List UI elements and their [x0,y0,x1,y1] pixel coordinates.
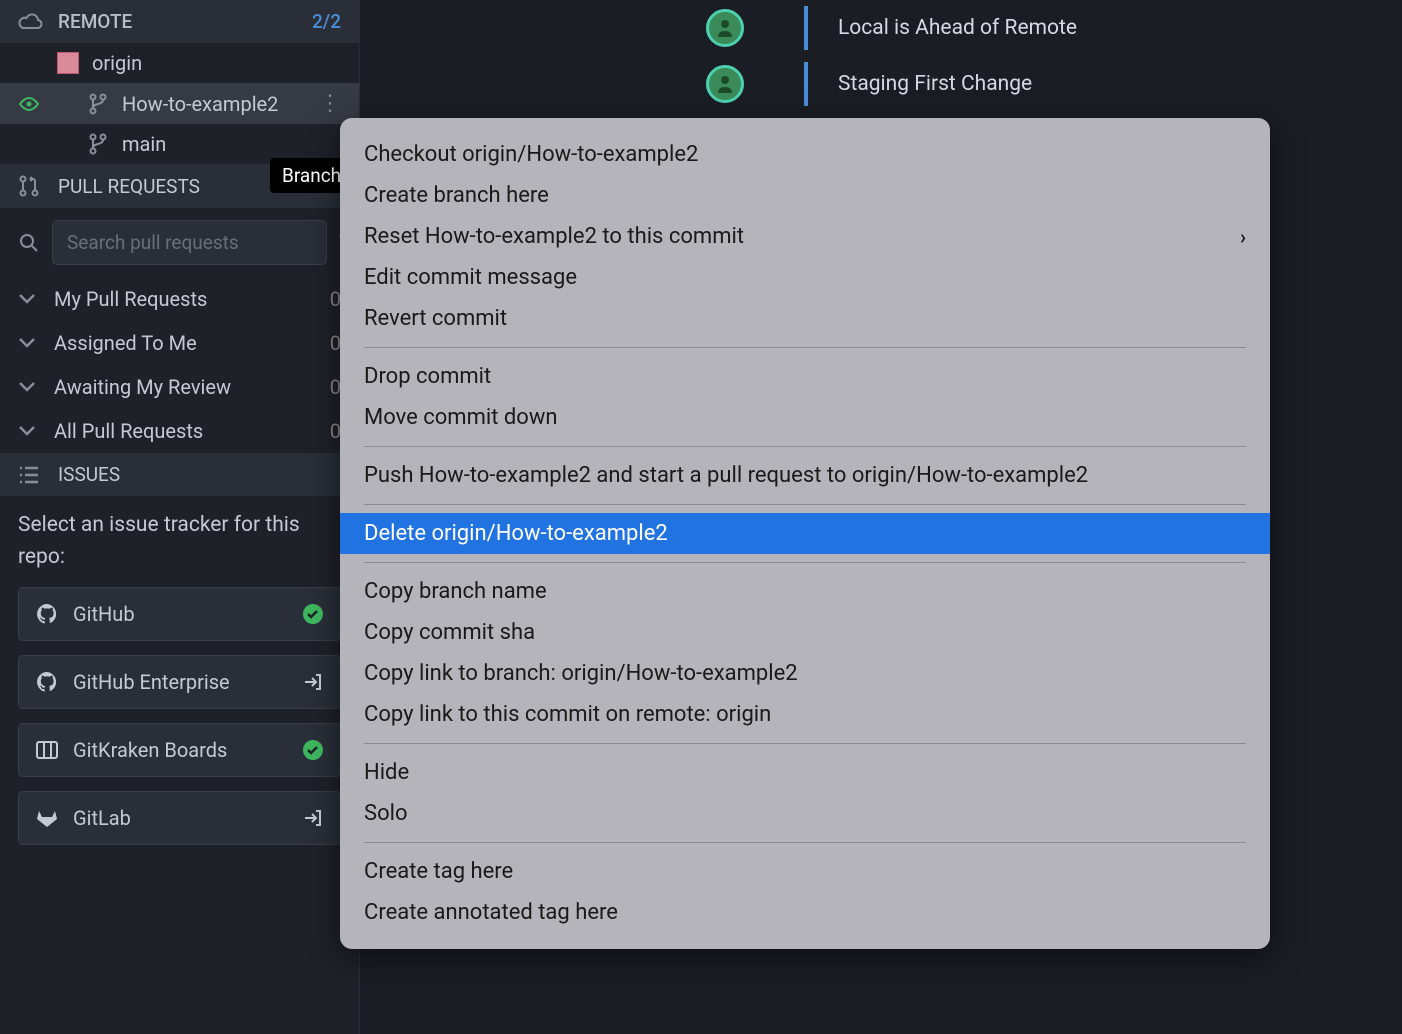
search-icon[interactable] [18,232,40,254]
commit-node-icon [706,9,744,47]
pr-item-label: Assigned To Me [54,331,197,355]
tracker-label: GitHub Enterprise [73,670,230,694]
chevron-down-icon [18,337,40,349]
check-circle-icon [302,739,324,761]
tracker-gitlab[interactable]: GitLab [18,791,341,845]
commit-row[interactable]: Staging First Change [360,56,1402,112]
remote-section-header[interactable]: REMOTE 2/2 [0,0,359,43]
commit-node-icon [706,65,744,103]
menu-divider [364,446,1246,447]
branch-name: main [122,132,166,156]
pr-item-label: Awaiting My Review [54,375,231,399]
menu-solo[interactable]: Solo [340,793,1270,834]
tracker-label: GitKraken Boards [73,738,227,762]
eye-icon [18,96,40,112]
chevron-down-icon [18,381,40,393]
origin-icon [56,52,80,74]
branch-icon [86,133,110,155]
menu-create-annotated-tag[interactable]: Create annotated tag here [340,892,1270,933]
commit-message: Staging First Change [820,72,1032,96]
issues-header[interactable]: ISSUES [0,453,359,496]
issues-prompt: Select an issue tracker for this repo: [0,496,359,587]
issues-label: ISSUES [58,463,120,486]
tracker-github[interactable]: GitHub [18,587,341,641]
branch-name: How-to-example2 [122,92,278,116]
remote-origin[interactable]: origin [0,43,359,83]
tracker-github-enterprise[interactable]: GitHub Enterprise [18,655,341,709]
github-icon [35,602,61,626]
tracker-gitkraken-boards[interactable]: GitKraken Boards [18,723,341,777]
login-icon [302,807,324,829]
menu-copy-commit-sha[interactable]: Copy commit sha [340,612,1270,653]
menu-copy-link-commit[interactable]: Copy link to this commit on remote: orig… [340,694,1270,735]
pr-item-all-pull-requests[interactable]: All Pull Requests 0 [0,409,359,453]
remote-label: REMOTE [58,10,132,33]
menu-create-tag[interactable]: Create tag here [340,851,1270,892]
pr-search-row [0,208,359,277]
origin-label: origin [92,51,142,75]
pr-item-awaiting-review[interactable]: Awaiting My Review 0 [0,365,359,409]
gitlab-icon [35,807,61,829]
pr-item-label: All Pull Requests [54,419,203,443]
branch-how-to-example2[interactable]: How-to-example2 ⋮ [0,83,359,124]
list-icon [18,465,44,485]
boards-icon [35,740,61,760]
login-icon [302,671,324,693]
menu-divider [364,562,1246,563]
commit-row[interactable]: Local is Ahead of Remote [360,0,1402,56]
chevron-right-icon: › [1240,225,1246,249]
pr-item-assigned-to-me[interactable]: Assigned To Me 0 [0,321,359,365]
pr-item-my-pull-requests[interactable]: My Pull Requests 0 [0,277,359,321]
pr-item-label: My Pull Requests [54,287,207,311]
menu-copy-branch-name[interactable]: Copy branch name [340,571,1270,612]
menu-create-branch[interactable]: Create branch here [340,175,1270,216]
github-icon [35,670,61,694]
menu-divider [364,347,1246,348]
menu-move-commit-down[interactable]: Move commit down [340,397,1270,438]
sidebar: REMOTE 2/2 origin How-to-example2 ⋮ main [0,0,360,1034]
tracker-label: GitLab [73,806,131,830]
menu-delete-branch[interactable]: Delete origin/How-to-example2 [340,513,1270,554]
chevron-down-icon [18,425,40,437]
pr-icon [18,174,44,198]
menu-revert-commit[interactable]: Revert commit [340,298,1270,339]
tracker-label: GitHub [73,602,135,626]
menu-push-pr[interactable]: Push How-to-example2 and start a pull re… [340,455,1270,496]
menu-reset[interactable]: Reset How-to-example2 to this commit› [340,216,1270,257]
menu-checkout[interactable]: Checkout origin/How-to-example2 [340,134,1270,175]
menu-edit-commit-message[interactable]: Edit commit message [340,257,1270,298]
pr-label: PULL REQUESTS [58,175,200,198]
menu-divider [364,743,1246,744]
menu-drop-commit[interactable]: Drop commit [340,356,1270,397]
remote-count: 2/2 [312,10,341,33]
menu-copy-link-branch[interactable]: Copy link to branch: origin/How-to-examp… [340,653,1270,694]
chevron-down-icon [18,293,40,305]
more-icon[interactable]: ⋮ [319,91,341,116]
check-circle-icon [302,603,324,625]
menu-divider [364,504,1246,505]
branch-icon [86,93,110,115]
search-input[interactable] [52,220,327,265]
menu-divider [364,842,1246,843]
context-menu: Checkout origin/How-to-example2 Create b… [340,118,1270,949]
cloud-icon [18,12,44,32]
commit-message: Local is Ahead of Remote [820,16,1077,40]
menu-hide[interactable]: Hide [340,752,1270,793]
